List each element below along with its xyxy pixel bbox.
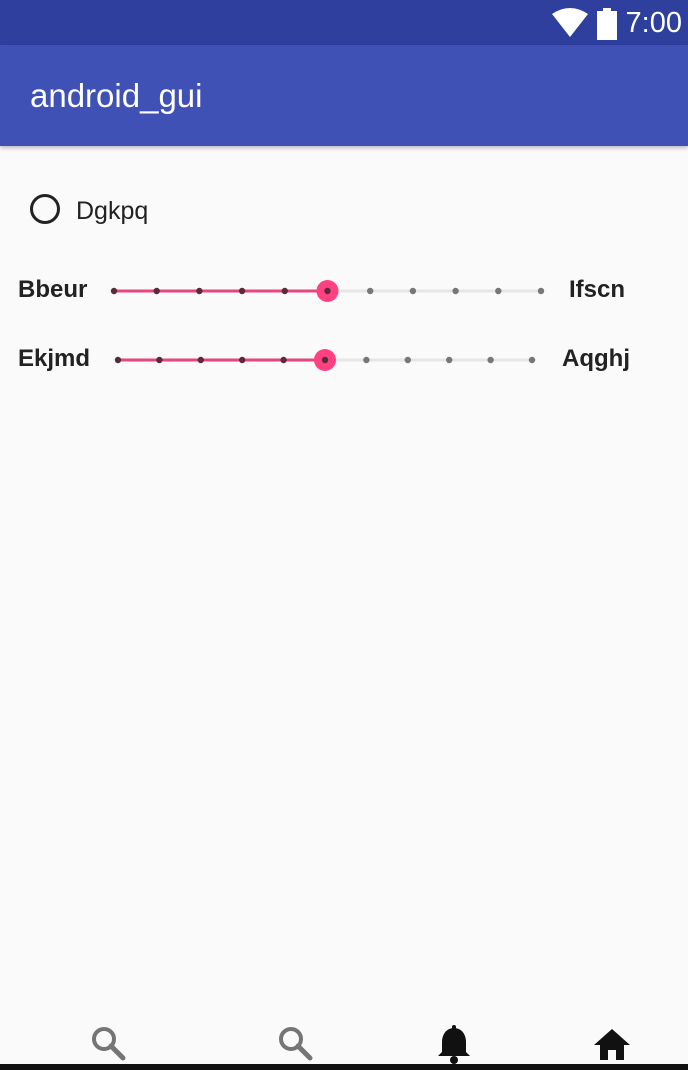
seekbar-thumb-tick <box>321 356 329 364</box>
seekbar-right-label: Aqghj <box>562 345 630 372</box>
radio-button-dgkpq[interactable]: Dgkpq <box>28 192 328 230</box>
seekbar-row-1: Bbeur Ifscn <box>0 271 688 311</box>
seekbar-tick <box>409 287 417 295</box>
battery-icon <box>597 8 617 40</box>
seekbar-tick <box>537 287 545 295</box>
home-icon[interactable] <box>592 1024 632 1064</box>
status-bar: 7:00 <box>0 0 688 45</box>
seekbar-tick <box>363 356 370 364</box>
app-title: android_gui <box>30 77 203 114</box>
radio-circle[interactable] <box>30 194 60 224</box>
seekbar-tick <box>238 287 246 295</box>
seekbar-tick <box>452 287 459 295</box>
wifi-icon <box>552 8 588 37</box>
seekbar-tick <box>528 356 536 364</box>
bell-icon[interactable] <box>434 1024 474 1064</box>
seekbar-right-label: Ifscn <box>569 276 626 303</box>
bottom-edge <box>0 1064 688 1070</box>
seekbar-tick <box>495 287 502 295</box>
seekbar-tick <box>281 287 288 295</box>
app-bar: android_gui <box>0 45 688 146</box>
search-icon[interactable] <box>89 1024 129 1064</box>
status-time: 7:00 <box>625 7 682 39</box>
search-icon[interactable] <box>276 1024 316 1064</box>
seekbar-left-label: Bbeur <box>18 276 88 303</box>
radio-label: Dgkpq <box>76 197 149 225</box>
seekbar-tick <box>196 287 203 295</box>
seekbar-tick <box>153 287 160 295</box>
seekbar-ekjmd[interactable] <box>100 340 555 380</box>
seekbar-tick <box>114 356 122 364</box>
seekbar-row-2: Ekjmd Aqghj <box>0 340 688 380</box>
seekbar-tick <box>197 356 204 364</box>
seekbar-tick <box>404 356 411 364</box>
bottom-navigation <box>0 1010 688 1070</box>
seekbar-tick <box>367 287 374 295</box>
seekbar-tick <box>446 356 453 364</box>
seekbar-tick <box>156 356 163 364</box>
seekbar-tick <box>110 287 118 295</box>
seekbar-left-label: Ekjmd <box>18 345 91 372</box>
seekbar-thumb-tick <box>324 287 331 295</box>
seekbar-tick <box>239 356 246 364</box>
seekbar-bbeur[interactable] <box>100 271 555 311</box>
seekbar-tick <box>280 356 287 364</box>
seekbar-tick <box>487 356 494 364</box>
